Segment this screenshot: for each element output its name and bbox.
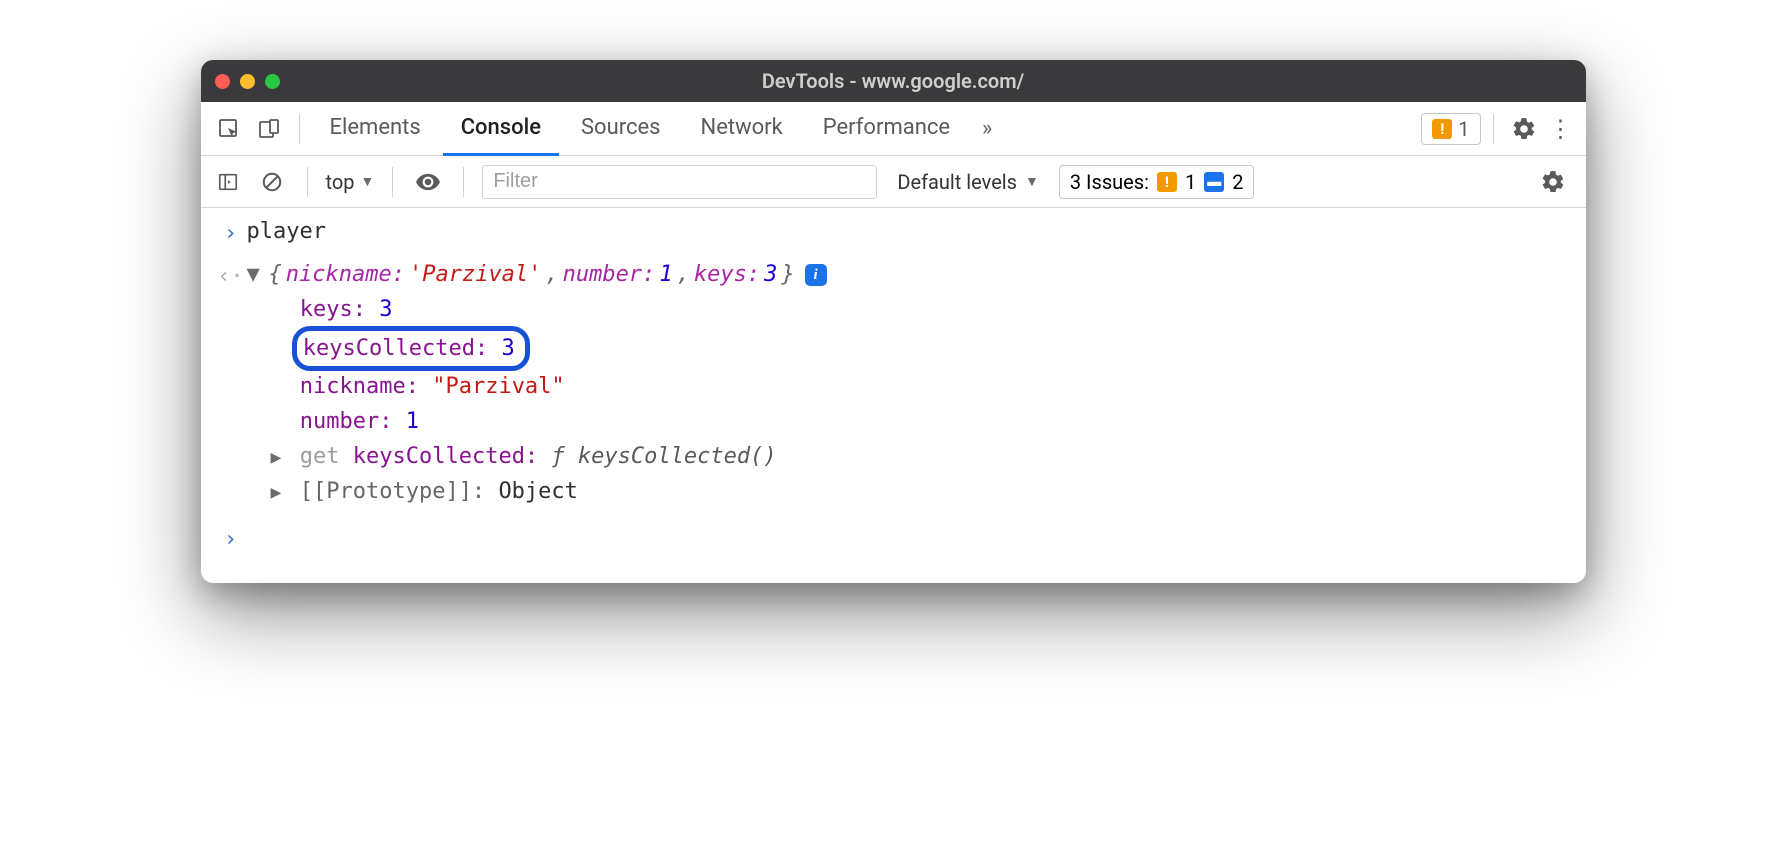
object-preview[interactable]: ▼ { nickname: 'Parzival', number: 1, key… (247, 257, 1572, 292)
warning-icon: ! (1432, 119, 1452, 139)
device-toolbar-icon[interactable] (251, 111, 287, 147)
info-badge-icon[interactable]: i (805, 264, 827, 286)
zoom-window-icon[interactable] (265, 74, 280, 89)
console-input-text[interactable]: player (247, 214, 1572, 249)
disclosure-triangle-icon[interactable]: ▶ (271, 444, 287, 473)
preview-value: 3 (764, 257, 777, 292)
prop-key: keys: (300, 297, 366, 322)
warning-icon: ! (1157, 172, 1177, 192)
brace: { (269, 257, 282, 292)
levels-label: Default levels (897, 170, 1017, 194)
prop-key: [[Prototype]]: (300, 479, 485, 504)
issues-count: 1 (1458, 117, 1469, 141)
preview-value: 1 (659, 257, 672, 292)
issues-summary[interactable]: 3 Issues: ! 1 ▬ 2 (1059, 165, 1255, 199)
preview-key: number: (563, 257, 656, 292)
prop-value: ƒ keysCollected() (551, 444, 776, 469)
tab-network[interactable]: Network (683, 102, 801, 156)
filter-input[interactable] (482, 165, 877, 199)
log-levels-selector[interactable]: Default levels ▼ (897, 170, 1039, 194)
tab-console[interactable]: Console (443, 102, 559, 156)
prop-value: 3 (379, 297, 392, 322)
minimize-window-icon[interactable] (240, 74, 255, 89)
inspect-element-icon[interactable] (211, 111, 247, 147)
tab-performance[interactable]: Performance (805, 102, 968, 156)
console-input-row: › player (201, 214, 1586, 251)
devtools-window: DevTools - www.google.com/ Elements Cons… (201, 60, 1586, 583)
object-properties: keys: 3 keysCollected: 3 nickname: "Parz (271, 292, 1572, 509)
issues-badge[interactable]: ! 1 (1421, 113, 1480, 145)
highlight-annotation: keysCollected: 3 (292, 326, 530, 371)
devtools-tabbar: Elements Console Sources Network Perform… (201, 102, 1586, 156)
execution-context-selector[interactable]: top ▼ (326, 170, 375, 194)
separator (1493, 114, 1494, 144)
input-chevron-icon: › (215, 520, 247, 557)
close-window-icon[interactable] (215, 74, 230, 89)
console-output: › player ‹· ▼ { nickname: 'Parzival', nu… (201, 208, 1586, 583)
context-label: top (326, 170, 355, 194)
getter-keyword: get (300, 444, 340, 469)
issues-label: 3 Issues: (1070, 170, 1149, 194)
separator (299, 114, 300, 144)
info-icon: ▬ (1204, 172, 1224, 192)
separator (392, 167, 393, 197)
prop-key: keysCollected: (303, 336, 488, 361)
tab-sources[interactable]: Sources (563, 102, 679, 156)
prop-value: 3 (501, 336, 514, 361)
chevron-down-icon: ▼ (360, 173, 374, 190)
more-tabs-icon[interactable]: » (972, 116, 1002, 141)
property-row[interactable]: ▶ [[Prototype]]: Object (271, 474, 1572, 509)
preview-value: 'Parzival' (409, 257, 541, 292)
issues-warn-count: 1 (1185, 170, 1196, 194)
property-row[interactable]: nickname: "Parzival" (271, 369, 1572, 404)
console-toolbar: top ▼ Default levels ▼ 3 Issues: ! 1 ▬ 2 (201, 156, 1586, 208)
kebab-menu-icon[interactable]: ⋮ (1546, 115, 1576, 143)
prop-value: Object (498, 479, 577, 504)
separator (463, 167, 464, 197)
prop-key: nickname: (300, 374, 419, 399)
prop-key: number: (300, 409, 393, 434)
property-row[interactable]: number: 1 (271, 404, 1572, 439)
live-expression-icon[interactable] (411, 164, 445, 200)
window-title: DevTools - www.google.com/ (201, 69, 1586, 93)
console-prompt-row[interactable]: › (201, 520, 1586, 557)
window-titlebar: DevTools - www.google.com/ (201, 60, 1586, 102)
console-result-row: ‹· ▼ { nickname: 'Parzival', number: 1, … (201, 257, 1586, 509)
preview-key: nickname: (286, 257, 405, 292)
disclosure-triangle-icon[interactable]: ▶ (271, 479, 287, 508)
settings-icon[interactable] (1506, 111, 1542, 147)
output-chevron-icon: ‹· (215, 257, 247, 294)
clear-console-icon[interactable] (255, 164, 289, 200)
prop-value: 1 (406, 409, 419, 434)
disclosure-triangle-icon[interactable]: ▼ (247, 257, 265, 292)
separator (307, 167, 308, 197)
property-row[interactable]: ▶ get keysCollected: ƒ keysCollected() (271, 439, 1572, 474)
preview-key: keys: (694, 257, 760, 292)
property-row-highlighted[interactable]: keysCollected: 3 (271, 328, 1572, 369)
input-chevron-icon: › (215, 214, 247, 251)
toggle-sidebar-icon[interactable] (211, 164, 245, 200)
chevron-down-icon: ▼ (1025, 173, 1039, 190)
prop-value: "Parzival" (432, 374, 564, 399)
tab-elements[interactable]: Elements (312, 102, 439, 156)
traffic-lights (215, 74, 280, 89)
property-row[interactable]: keys: 3 (271, 292, 1572, 327)
issues-info-count: 2 (1232, 170, 1243, 194)
brace: } (781, 257, 794, 292)
prop-key: keysCollected: (353, 444, 538, 469)
console-settings-icon[interactable] (1536, 164, 1570, 200)
